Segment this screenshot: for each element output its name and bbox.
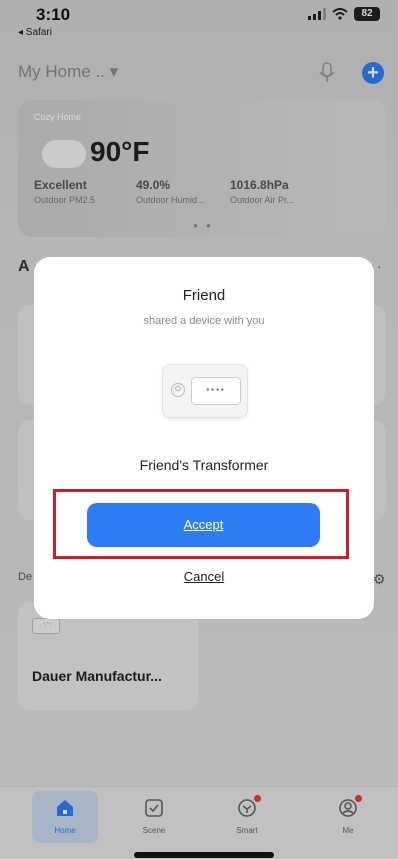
highlight-box: [53, 489, 349, 559]
outlet-icon: ▪▪▪▪: [191, 377, 241, 405]
smart-plug-icon: ⏻ ▪▪▪▪: [162, 364, 248, 418]
share-dialog: Friend shared a device with you ⏻ ▪▪▪▪ F…: [34, 257, 374, 619]
dialog-subtitle: shared a device with you: [143, 315, 265, 327]
cancel-button[interactable]: Cancel: [34, 569, 374, 584]
dialog-title: Friend: [182, 287, 226, 304]
home-indicator: [134, 852, 274, 858]
shared-device-name: Friend's Transformer: [139, 457, 269, 473]
power-icon: ⏻: [171, 383, 185, 397]
